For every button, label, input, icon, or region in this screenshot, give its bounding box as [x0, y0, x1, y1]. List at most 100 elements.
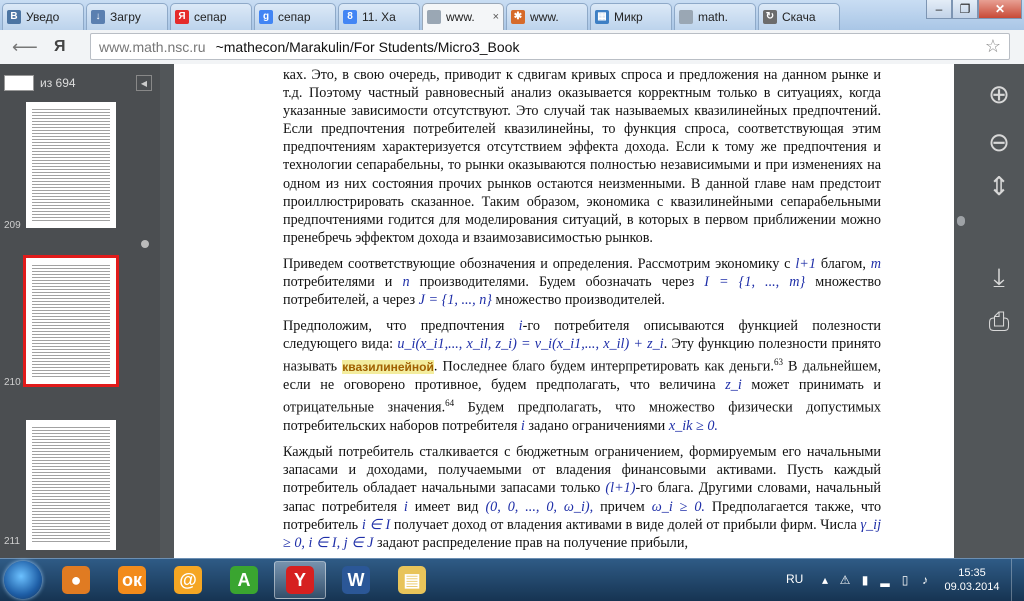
- paragraph-1: ках. Это, в свою очередь, приводит к сдв…: [283, 67, 881, 246]
- toolbar: ⟵ Я www.math.nsc.ru ~mathecon/Marakulin/…: [0, 30, 1024, 65]
- zoom-in-icon[interactable]: ⊕: [981, 76, 1017, 112]
- pdf-tools: ⊕ ⊖ ⇕ ⤓ ⎙: [975, 64, 1024, 558]
- page-icon: [679, 10, 693, 24]
- download-icon[interactable]: ⤓: [981, 260, 1017, 296]
- browser-tab[interactable]: ↓ Загру: [86, 3, 168, 30]
- address-bar[interactable]: www.math.nsc.ru ~mathecon/Marakulin/For …: [90, 33, 1010, 60]
- minimize-button[interactable]: –: [926, 0, 952, 19]
- thumbnail-page-209[interactable]: [26, 102, 116, 228]
- paragraph-4: Каждый потребитель сталкивается с бюджет…: [283, 444, 882, 551]
- fit-page-icon[interactable]: ⇕: [981, 168, 1017, 204]
- taskbar-app-button[interactable]: ок: [106, 561, 158, 599]
- tab-label: math.: [698, 10, 729, 24]
- math-formula: x_ik ≥ 0.: [668, 418, 718, 435]
- green-a-icon: A: [230, 566, 258, 594]
- paragraph-2: Приведем соответствующие обозначения и о…: [283, 255, 882, 309]
- yandex-logo-button[interactable]: Я: [54, 36, 66, 58]
- tab-label: Уведо: [26, 10, 60, 24]
- browser-tab[interactable]: g сепар: [254, 3, 336, 30]
- math-formula: (l+1): [605, 480, 636, 497]
- yandex-icon: Я: [175, 10, 189, 24]
- browser-tab[interactable]: www. ×: [422, 3, 504, 30]
- math-formula: i ∈ I: [361, 516, 391, 533]
- math-formula: I = {1, ..., m}: [704, 274, 806, 291]
- sidebar-toggle-icon[interactable]: ◀: [136, 75, 152, 91]
- tab-label: 11. Ха: [362, 10, 396, 24]
- thumbnail-sidebar: из 694 ◀ 209 210 211: [0, 64, 160, 558]
- thumbnail-number: 209: [4, 220, 21, 231]
- close-tab-icon[interactable]: ×: [493, 11, 499, 23]
- browser-tab[interactable]: ✱ www.: [506, 3, 588, 30]
- scrollbar-thumb[interactable]: [957, 216, 965, 226]
- math-formula: i: [403, 498, 408, 515]
- explorer-icon: ▤: [398, 566, 426, 594]
- tab-label: сепар: [194, 10, 227, 24]
- windows-icon: ▦: [595, 10, 609, 24]
- taskbar-app-button[interactable]: Y: [274, 561, 326, 599]
- restore-button[interactable]: ❐: [952, 0, 978, 19]
- math-formula: n: [402, 274, 410, 291]
- browser-tab[interactable]: ↻ Скача: [758, 3, 840, 30]
- page-total: из 694: [40, 76, 76, 90]
- mail-agent-icon: @: [174, 566, 202, 594]
- paragraph-3: Предположим, что предпочтения i-го потре…: [283, 318, 882, 435]
- download-icon: ↓: [91, 10, 105, 24]
- footnote-ref[interactable]: 64: [445, 398, 454, 408]
- tab-label: Загру: [110, 10, 141, 24]
- power-icon[interactable]: ▯: [898, 573, 912, 587]
- window-controls: – ❐ ✕: [926, 0, 1022, 20]
- show-desktop-button[interactable]: [1011, 559, 1024, 601]
- pdf-page: ках. Это, в свою очередь, приводит к сдв…: [174, 64, 954, 558]
- yandex-browser-icon: Y: [286, 566, 314, 594]
- security-icon[interactable]: ⚠: [838, 573, 852, 587]
- tab-label: Микр: [614, 10, 643, 24]
- url-host: www.math.nsc.ru: [99, 38, 206, 55]
- back-button[interactable]: ⟵: [12, 36, 38, 58]
- browser-tab[interactable]: math.: [674, 3, 756, 30]
- pdf-viewer: из 694 ◀ 209 210 211 ках. Это, в свою оч…: [0, 64, 1024, 558]
- start-button[interactable]: [4, 561, 42, 599]
- sidebar-resize-handle[interactable]: [141, 240, 149, 248]
- close-window-button[interactable]: ✕: [978, 0, 1022, 19]
- google-icon: g: [259, 10, 273, 24]
- taskbar-app-button[interactable]: ●: [50, 561, 102, 599]
- math-formula: l+1: [795, 255, 816, 272]
- tab-label: www.: [446, 10, 475, 24]
- url-path: ~mathecon/Marakulin/For Students/Micro3_…: [215, 38, 520, 55]
- google-icon: 8: [343, 10, 357, 24]
- odnoklassniki-icon: ок: [118, 566, 146, 594]
- footnote-ref[interactable]: 63: [774, 357, 783, 367]
- zoom-out-icon[interactable]: ⊖: [981, 124, 1017, 160]
- math-formula: z_i: [725, 377, 742, 394]
- network-icon[interactable]: ▮: [858, 573, 872, 587]
- thumbnail-page-211[interactable]: [26, 420, 116, 550]
- search-highlight: квазилинейной: [342, 360, 434, 375]
- clock-time: 15:35: [958, 567, 986, 579]
- language-indicator[interactable]: RU: [786, 572, 803, 586]
- signal-icon[interactable]: ▂: [878, 573, 892, 587]
- browser-tab[interactable]: В Уведо: [2, 3, 84, 30]
- tab-strip: В Уведо ↓ Загру Ясепар g сепар 8 11. Ха www. × ✱ www…: [0, 0, 1024, 30]
- volume-icon[interactable]: ♪: [918, 573, 932, 587]
- bookmark-star-icon[interactable]: ☆: [985, 36, 1001, 57]
- taskbar-app-button[interactable]: W: [330, 561, 382, 599]
- thumbnail-page-210[interactable]: [23, 255, 119, 387]
- colorful-ball-icon: ●: [62, 566, 90, 594]
- math-formula: m: [870, 255, 882, 272]
- math-formula: ω_i ≥ 0.: [651, 498, 705, 515]
- browser-tab[interactable]: 8 11. Ха: [338, 3, 420, 30]
- taskbar-app-button[interactable]: ▤: [386, 561, 438, 599]
- taskbar-app-button[interactable]: A: [218, 561, 270, 599]
- page-number-input[interactable]: [4, 75, 34, 91]
- sync-icon: ↻: [763, 10, 777, 24]
- browser-tab[interactable]: Ясепар: [170, 3, 252, 30]
- clock[interactable]: 15:35 09.03.2014: [942, 566, 1002, 594]
- taskbar-app-button[interactable]: @: [162, 561, 214, 599]
- word-icon: W: [342, 566, 370, 594]
- print-icon[interactable]: ⎙: [981, 304, 1017, 340]
- math-formula: J = {1, ..., n}: [418, 292, 492, 309]
- page-icon: [427, 10, 441, 24]
- browser-tab[interactable]: ▦ Микр: [590, 3, 672, 30]
- vk-icon: В: [7, 10, 21, 24]
- tray-arrow-icon[interactable]: ▴: [818, 573, 832, 587]
